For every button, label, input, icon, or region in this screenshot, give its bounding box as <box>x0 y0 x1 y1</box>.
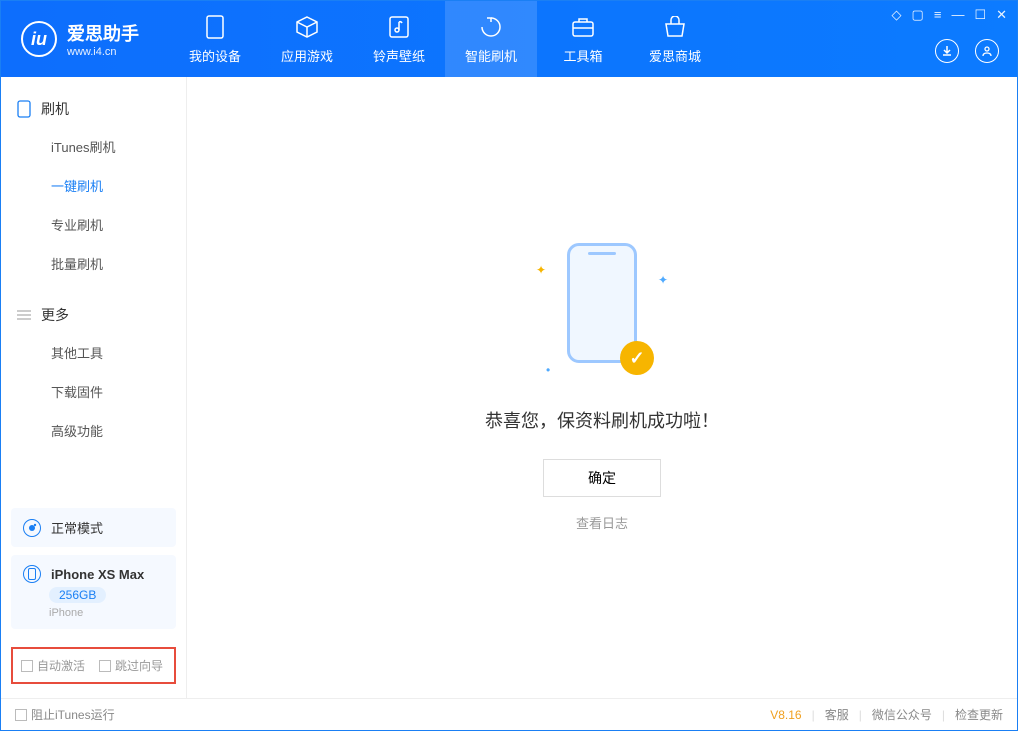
sparkle-icon: • <box>546 363 550 377</box>
tab-label: 爱思商城 <box>649 46 701 65</box>
mode-icon <box>23 519 41 537</box>
phone-small-icon <box>23 565 41 583</box>
device-type: iPhone <box>49 607 83 619</box>
store-icon <box>662 14 688 40</box>
logo-text: 爱思助手 www.i4.cn <box>67 20 139 58</box>
footer-right: V8.16 | 客服 | 微信公众号 | 检查更新 <box>770 706 1003 723</box>
sidebar-item-other-tools[interactable]: 其他工具 <box>1 333 186 372</box>
app-window: iu 爱思助手 www.i4.cn 我的设备 应用游戏 铃声壁纸 智能刷机 <box>0 0 1018 731</box>
mode-label: 正常模式 <box>51 518 103 537</box>
separator: | <box>859 708 862 722</box>
options-highlighted-row: 自动激活 跳过向导 <box>11 647 176 684</box>
checkbox-block-itunes[interactable]: 阻止iTunes运行 <box>15 706 115 723</box>
app-title: 爱思助手 <box>67 20 139 46</box>
checkbox-box-icon <box>21 660 33 672</box>
check-badge-icon: ✓ <box>620 341 654 375</box>
result-title: 恭喜您，保资料刷机成功啦！ <box>485 407 719 433</box>
checkbox-box-icon <box>99 660 111 672</box>
list-icon <box>17 309 31 321</box>
user-button[interactable] <box>975 39 999 63</box>
section-title: 更多 <box>41 305 69 325</box>
view-log-link[interactable]: 查看日志 <box>576 516 628 531</box>
success-illustration: ✦ ✦ • ✓ <box>502 243 702 383</box>
tab-label: 铃声壁纸 <box>373 46 425 65</box>
tab-apps[interactable]: 应用游戏 <box>261 1 353 77</box>
cube-icon <box>294 14 320 40</box>
refresh-icon <box>478 14 504 40</box>
tab-label: 工具箱 <box>563 46 602 65</box>
device-mode-box[interactable]: 正常模式 <box>11 508 176 547</box>
sparkle-icon: ✦ <box>536 263 546 277</box>
sidebar-item-download-firmware[interactable]: 下载固件 <box>1 372 186 411</box>
minimize-button[interactable]: — <box>951 7 964 23</box>
tab-label: 应用游戏 <box>281 46 333 65</box>
sidebar-item-pro-flash[interactable]: 专业刷机 <box>1 205 186 244</box>
lock-icon[interactable]: ▢ <box>912 7 924 23</box>
tab-toolbox[interactable]: 工具箱 <box>537 1 629 77</box>
sidebar: 刷机 iTunes刷机 一键刷机 专业刷机 批量刷机 更多 其他工具 下载固件 … <box>1 77 187 698</box>
ok-button[interactable]: 确定 <box>543 459 661 497</box>
toolbox-icon <box>570 14 596 40</box>
tab-my-device[interactable]: 我的设备 <box>169 1 261 77</box>
checkbox-label: 阻止iTunes运行 <box>31 706 115 723</box>
separator: | <box>812 708 815 722</box>
version-label: V8.16 <box>770 708 801 722</box>
sparkle-icon: ✦ <box>658 273 668 287</box>
tab-flash[interactable]: 智能刷机 <box>445 1 537 77</box>
download-button[interactable] <box>935 39 959 63</box>
sidebar-item-itunes-flash[interactable]: iTunes刷机 <box>1 127 186 166</box>
checkbox-label: 自动激活 <box>37 657 85 674</box>
capacity-badge: 256GB <box>49 587 106 603</box>
check-update-link[interactable]: 检查更新 <box>955 706 1003 723</box>
sidebar-section-more: 更多 其他工具 下载固件 高级功能 <box>1 283 186 450</box>
tab-store[interactable]: 爱思商城 <box>629 1 721 77</box>
separator: | <box>942 708 945 722</box>
footer: 阻止iTunes运行 V8.16 | 客服 | 微信公众号 | 检查更新 <box>1 698 1017 730</box>
checkbox-auto-activate[interactable]: 自动激活 <box>21 657 85 674</box>
menu-icon[interactable]: ≡ <box>934 7 942 23</box>
sidebar-item-advanced[interactable]: 高级功能 <box>1 411 186 450</box>
support-link[interactable]: 客服 <box>825 706 849 723</box>
device-icon <box>202 14 228 40</box>
header: iu 爱思助手 www.i4.cn 我的设备 应用游戏 铃声壁纸 智能刷机 <box>1 1 1017 77</box>
sidebar-item-batch-flash[interactable]: 批量刷机 <box>1 244 186 283</box>
logo-area: iu 爱思助手 www.i4.cn <box>1 20 159 58</box>
result-area: ✦ ✦ • ✓ 恭喜您，保资料刷机成功啦！ 确定 查看日志 <box>485 243 719 532</box>
tab-ringtones[interactable]: 铃声壁纸 <box>353 1 445 77</box>
sidebar-item-onekey-flash[interactable]: 一键刷机 <box>1 166 186 205</box>
checkbox-label: 跳过向导 <box>115 657 163 674</box>
logo-icon: iu <box>21 21 57 57</box>
header-actions <box>935 39 999 63</box>
music-icon <box>386 14 412 40</box>
sidebar-section-flash: 刷机 iTunes刷机 一键刷机 专业刷机 批量刷机 <box>1 77 186 283</box>
sidebar-header-flash: 刷机 <box>1 91 186 127</box>
nav-tabs: 我的设备 应用游戏 铃声壁纸 智能刷机 工具箱 爱思商城 <box>169 1 721 77</box>
shirt-icon[interactable]: ◇ <box>892 7 902 23</box>
tab-label: 我的设备 <box>189 46 241 65</box>
close-button[interactable]: ✕ <box>996 7 1007 23</box>
maximize-button[interactable]: ☐ <box>974 7 986 23</box>
main-content: ✦ ✦ • ✓ 恭喜您，保资料刷机成功啦！ 确定 查看日志 <box>187 77 1017 698</box>
checkbox-box-icon <box>15 709 27 721</box>
section-title: 刷机 <box>41 99 69 119</box>
checkbox-skip-guide[interactable]: 跳过向导 <box>99 657 163 674</box>
app-url: www.i4.cn <box>67 46 139 58</box>
body: 刷机 iTunes刷机 一键刷机 专业刷机 批量刷机 更多 其他工具 下载固件 … <box>1 77 1017 698</box>
sidebar-header-more: 更多 <box>1 297 186 333</box>
wechat-link[interactable]: 微信公众号 <box>872 706 932 723</box>
phone-icon <box>17 100 31 118</box>
device-boxes: 正常模式 iPhone XS Max 256GB iPhone <box>11 508 176 637</box>
window-controls: ◇ ▢ ≡ — ☐ ✕ <box>892 7 1007 23</box>
device-info-box[interactable]: iPhone XS Max 256GB iPhone <box>11 555 176 629</box>
tab-label: 智能刷机 <box>465 46 517 65</box>
device-name: iPhone XS Max <box>51 567 144 582</box>
